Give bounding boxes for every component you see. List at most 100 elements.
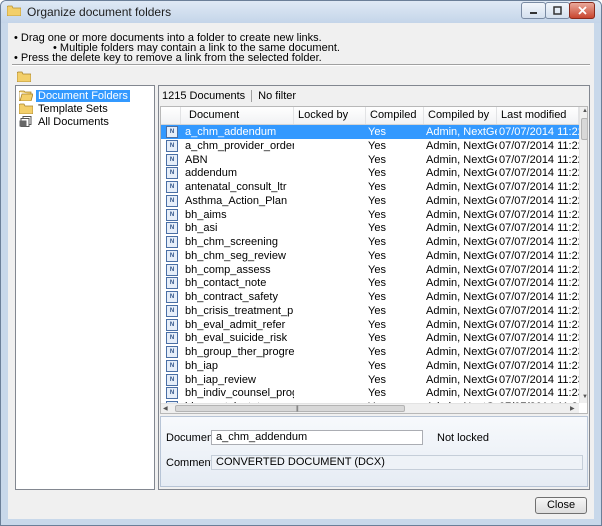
folder-tree[interactable]: Document Folders Template Sets All Docum… (15, 85, 155, 490)
document-icon: N (164, 359, 180, 373)
cell-compiled-by: Admin, NextGen (426, 332, 497, 345)
column-header-compiled-by[interactable]: Compiled by (424, 107, 497, 124)
cell-document: bh_asi (185, 222, 218, 235)
cell-locked-by (294, 166, 366, 180)
cell-document: bh_aims (185, 208, 227, 221)
table-row[interactable]: N ABN Yes Admin, NextGen07/07/2014 11:22 AM (161, 153, 579, 167)
window-title: Organize document folders (27, 5, 172, 19)
document-icon-badge: N (166, 387, 178, 400)
cell-compiled: Yes (368, 249, 386, 262)
grid-header: Document Locked by Compiled Compiled by … (161, 107, 579, 125)
filter-status[interactable]: No filter (258, 90, 296, 102)
table-row[interactable]: Nbh_group_ther_progress Yes Admin, NextGen… (161, 345, 579, 359)
table-row[interactable]: Nbh_eval_suicide_risk Yes Admin, NextGen07… (161, 331, 579, 345)
table-row[interactable]: Nbh_chm_seg_review Yes Admin, NextGen07/07… (161, 249, 579, 263)
cell-compiled: Yes (368, 167, 386, 180)
column-header-document[interactable]: Document (181, 107, 294, 124)
document-icon-badge: N (166, 126, 178, 138)
horizontal-scroll-thumb[interactable]: ||| (175, 405, 405, 412)
table-row[interactable]: Nbh_crisis_treatment_plan Yes Admin, NextG… (161, 304, 579, 318)
table-row[interactable]: Nbh_comp_assess Yes Admin, NextGen07/07/20… (161, 263, 579, 277)
close-button[interactable]: Close (535, 497, 587, 514)
table-row[interactable]: Naddendum Yes Admin, NextGen07/07/2014 11:… (161, 166, 579, 180)
table-row[interactable]: Nbh_iap_review Yes Admin, NextGen07/07/201… (161, 373, 579, 387)
document-icon: N (164, 180, 180, 194)
cell-locked-by (294, 221, 366, 235)
cell-locked-by (294, 331, 366, 345)
table-row[interactable]: Nbh_contract_safety Yes Admin, NextGen07/0… (161, 290, 579, 304)
cell-compiled: Yes (368, 263, 386, 276)
document-name-field[interactable]: a_chm_addendum (211, 430, 423, 445)
column-header-compiled[interactable]: Compiled (366, 107, 424, 124)
table-row[interactable]: Nbh_iap Yes Admin, NextGen07/07/2014 11:23… (161, 359, 579, 373)
cell-last-modified: 07/07/2014 11:22 AM (499, 153, 579, 166)
documents-grid[interactable]: Document Locked by Compiled Compiled by … (160, 106, 588, 414)
table-row[interactable]: Nantenatal_consult_ltr Yes Admin, NextGen0… (161, 180, 579, 194)
cell-locked-by (294, 194, 366, 208)
document-icon: N (164, 276, 180, 290)
column-header-last-modified[interactable]: Last modified (497, 107, 579, 124)
column-header-locked-by[interactable]: Locked by (294, 107, 366, 124)
document-icon-badge: N (166, 249, 178, 262)
table-row[interactable]: Nbh_contact_note Yes Admin, NextGen07/07/2… (161, 276, 579, 290)
tree-item-all-documents[interactable]: All Documents (19, 115, 111, 128)
horizontal-scrollbar[interactable]: ◀ ||| ▶ (161, 403, 579, 413)
instruction-3: • Press the delete key to remove a link … (14, 52, 322, 64)
title-bar[interactable]: Organize document folders (1, 1, 601, 23)
document-icon-badge: N (166, 332, 178, 345)
cell-document: ABN (185, 153, 208, 166)
table-row[interactable]: Nbh_asi Yes Admin, NextGen07/07/2014 11:22… (161, 221, 579, 235)
document-icon: N (164, 263, 180, 277)
table-row[interactable]: Nbh_indiv_counsel_prog_nt Yes Admin, NextG… (161, 386, 579, 400)
document-icon-badge: N (166, 208, 178, 221)
cell-locked-by (294, 153, 366, 167)
cell-locked-by (294, 125, 366, 139)
cell-document: addendum (185, 167, 237, 180)
cell-locked-by (294, 304, 366, 318)
document-icon: N (164, 304, 180, 318)
scroll-right-icon[interactable]: ▶ (570, 405, 575, 412)
document-icon-badge: N (166, 222, 178, 235)
cell-document: bh_iap_review (185, 373, 256, 386)
minimize-button[interactable] (521, 2, 546, 19)
cell-locked-by (294, 359, 366, 373)
table-row[interactable]: Nbh_aims Yes Admin, NextGen07/07/2014 11:2… (161, 208, 579, 222)
document-icon-badge: N (166, 167, 178, 180)
cell-locked-by (294, 208, 366, 222)
close-icon (577, 6, 587, 15)
cell-locked-by (294, 235, 366, 249)
scroll-down-icon[interactable]: ▼ (582, 394, 587, 400)
folder-icon (7, 5, 21, 16)
cell-last-modified: 07/07/2014 11:22 AM (499, 208, 579, 221)
cell-compiled: Yes (368, 387, 386, 400)
minimize-icon (530, 12, 537, 14)
window-close-button[interactable] (569, 2, 595, 19)
column-header-icon[interactable] (161, 107, 181, 124)
cell-locked-by (294, 345, 366, 359)
document-icon-badge: N (166, 304, 178, 317)
cell-last-modified: 07/07/2014 11:22 AM (499, 236, 579, 248)
dialog-window: Organize document folders • Drag one or … (0, 0, 602, 526)
new-folder-icon[interactable] (17, 71, 31, 82)
comments-field: CONVERTED DOCUMENT (DCX) (211, 455, 583, 470)
document-icon: N (164, 194, 180, 208)
table-row[interactable]: Na_chm_provider_order_signoff Yes Admin, N… (161, 139, 579, 153)
table-row[interactable]: Na_chm_addendum Yes Admin, NextGen07/07/20… (161, 125, 579, 139)
document-icon: N (164, 386, 180, 400)
maximize-button[interactable] (545, 2, 570, 19)
tree-item-template-sets[interactable]: Template Sets (19, 102, 110, 115)
table-row[interactable]: Nbh_eval_admit_refer Yes Admin, NextGen07/… (161, 318, 579, 332)
document-icon-badge: N (166, 277, 178, 290)
scroll-up-icon[interactable]: ▲ (582, 108, 587, 114)
document-icon: N (164, 139, 180, 153)
document-icon: N (164, 208, 180, 222)
cell-last-modified: 07/07/2014 11:23 AM (499, 318, 579, 331)
document-icon-badge: N (166, 194, 178, 207)
scroll-left-icon[interactable]: ◀ (163, 405, 168, 412)
vertical-scrollbar[interactable]: ▲ ▼ (579, 107, 587, 403)
table-row[interactable]: Nbh_chm_screening Yes Admin, NextGen07/07/… (161, 235, 579, 249)
vertical-scroll-thumb[interactable] (581, 118, 587, 140)
cell-compiled: Yes (368, 277, 386, 290)
table-row[interactable]: N Asthma_Action_Plan Yes Admin, NextGen07/0… (161, 194, 579, 208)
tree-item-document-folders[interactable]: Document Folders (19, 89, 130, 102)
